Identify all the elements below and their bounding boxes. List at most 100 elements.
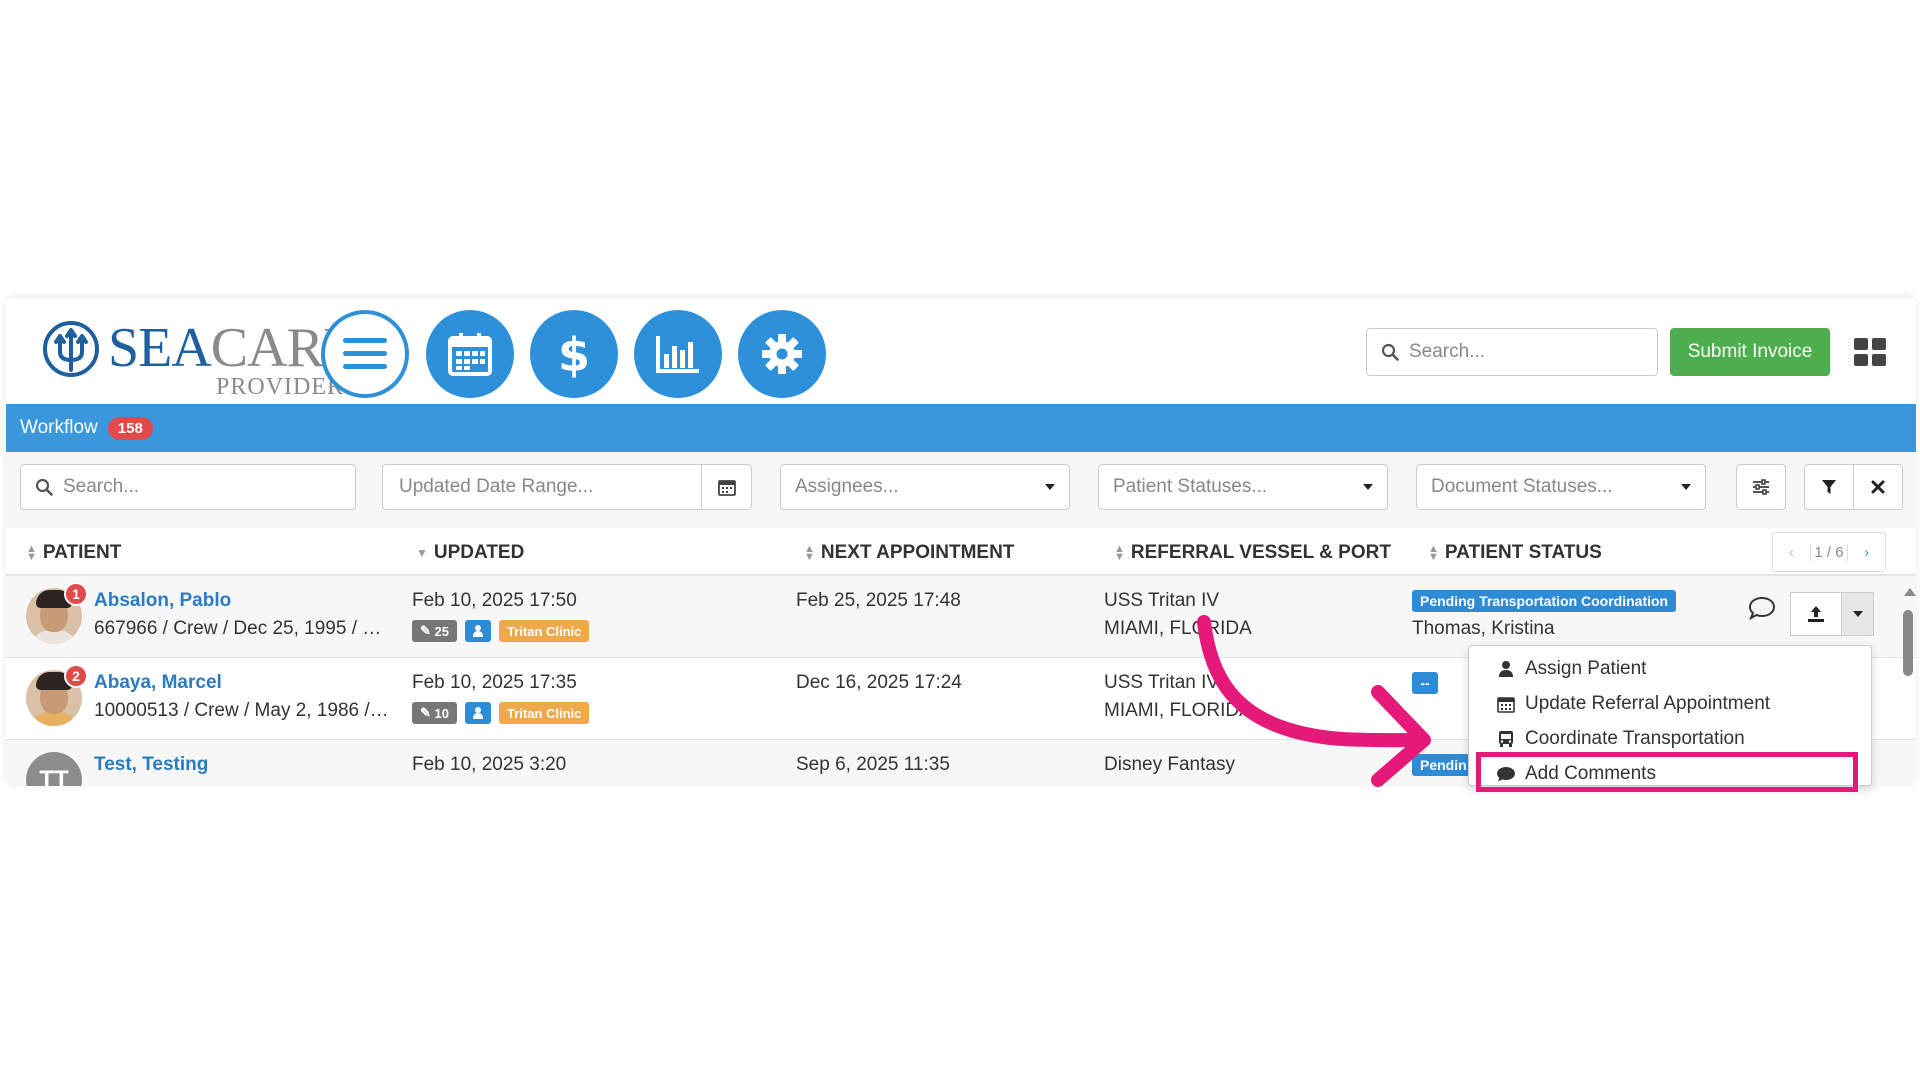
column-header-referral-vessel-port[interactable]: ▲ ▼ REFERRAL VESSEL & PORT <box>1114 542 1391 564</box>
column-header-updated[interactable]: ▼ UPDATED <box>416 542 524 564</box>
reports-nav-button[interactable] <box>634 310 722 398</box>
filter-icon <box>1822 480 1836 494</box>
document-statuses-select[interactable]: Document Statuses... <box>1416 464 1706 510</box>
billing-nav-button[interactable]: $ <box>530 310 618 398</box>
column-settings-button[interactable] <box>1736 464 1786 510</box>
dollar-icon: $ <box>558 329 590 379</box>
clinic-tag[interactable]: Tritan Clinic <box>498 620 590 642</box>
global-search[interactable] <box>1366 328 1658 376</box>
annotation-highlight-box <box>1476 752 1858 792</box>
bus-icon <box>1499 731 1513 747</box>
filter-bar: Search... Updated Date Range... Assignee… <box>6 452 1916 528</box>
assignees-placeholder: Assignees... <box>795 476 899 497</box>
table-header: ▲ ▼ PATIENT ▼ UPDATED ▲ ▼ NEXT APPOINTMENT ▲ ▼… <box>6 528 1916 576</box>
upload-button[interactable] <box>1790 592 1842 636</box>
chevron-down-icon <box>1363 484 1373 490</box>
upload-icon <box>1808 606 1824 622</box>
column-header-next-appointment[interactable]: ▲ ▼ NEXT APPOINTMENT <box>804 542 1014 564</box>
apply-filter-button[interactable] <box>1804 464 1854 510</box>
column-header-patient-status[interactable]: ▲ ▼ PATIENT STATUS <box>1428 542 1602 564</box>
patient-search-placeholder: Search... <box>63 476 140 497</box>
next-page-button[interactable]: › <box>1847 543 1885 561</box>
paperclip-icon: ✎ <box>420 705 435 720</box>
previous-page-button[interactable]: ‹ <box>1773 543 1811 561</box>
paperclip-icon: ✎ <box>420 623 435 638</box>
patient-name-link[interactable]: Abaya, Marcel <box>94 672 222 694</box>
menu-icon <box>343 338 387 369</box>
attachment-count-tag[interactable]: ✎ 10 <box>412 702 457 724</box>
annotation-arrow-icon <box>1197 615 1431 787</box>
submit-invoice-button[interactable]: Submit Invoice <box>1670 328 1830 376</box>
page-indicator: 1 / 6 <box>1814 543 1844 561</box>
menu-item-update-referral-appointment[interactable]: Update Referral Appointment <box>1495 693 1770 715</box>
referral-vessel: USS Tritan IV <box>1104 590 1220 611</box>
user-icon <box>1499 661 1513 677</box>
scroll-up-arrow[interactable] <box>1904 588 1916 596</box>
patient-statuses-placeholder: Patient Statuses... <box>1113 476 1268 497</box>
global-search-input[interactable] <box>1409 341 1649 363</box>
updated-date: Feb 10, 2025 3:20 <box>412 754 567 775</box>
assignees-select[interactable]: Assignees... <box>780 464 1070 510</box>
calendar-icon <box>717 480 736 496</box>
settings-nav-button[interactable] <box>738 310 826 398</box>
sort-icon: ▲ ▼ <box>26 543 37 563</box>
app-header: SEACARE PROVIDER $ Submit Invoice <box>6 298 1916 404</box>
chevron-down-icon <box>1045 484 1055 490</box>
sort-descending-icon: ▼ <box>416 546 428 560</box>
attachment-count-tag[interactable]: ✎ 25 <box>412 620 457 642</box>
patient-name-link[interactable]: Test, Testing <box>94 754 208 776</box>
workflow-bar: Workflow 158 <box>6 404 1916 452</box>
sort-icon: ▲ ▼ <box>804 543 815 563</box>
search-icon <box>1381 343 1399 361</box>
calendar-nav-button[interactable] <box>426 310 514 398</box>
search-icon <box>35 478 53 496</box>
comment-icon <box>1748 596 1776 621</box>
sliders-icon <box>1753 479 1769 495</box>
user-tag[interactable] <box>464 620 491 642</box>
patient-statuses-select[interactable]: Patient Statuses... <box>1098 464 1388 510</box>
patient-search-field[interactable]: Search... <box>20 464 356 510</box>
scrollbar-thumb[interactable] <box>1903 610 1913 676</box>
sort-icon: ▲ ▼ <box>1428 543 1439 563</box>
gear-icon <box>762 334 802 374</box>
row-actions-dropdown-toggle[interactable] <box>1842 592 1874 636</box>
updated-date: Feb 10, 2025 17:50 <box>412 590 577 611</box>
next-appointment: Sep 6, 2025 11:35 <box>796 754 950 775</box>
comment-button[interactable] <box>1748 596 1776 625</box>
patient-name-link[interactable]: Absalon, Pablo <box>94 590 231 612</box>
next-appointment: Dec 16, 2025 17:24 <box>796 672 962 693</box>
row-tags: ✎ 10 Tritan Clinic <box>412 702 590 724</box>
pagination: ‹ 1 / 6 › <box>1772 532 1886 572</box>
status-badge: Pending Transportation Coordination <box>1412 590 1677 612</box>
workflow-label[interactable]: Workflow <box>20 417 98 439</box>
column-header-patient[interactable]: ▲ ▼ PATIENT <box>26 542 121 564</box>
row-action-group <box>1790 592 1874 636</box>
chevron-down-icon <box>1852 611 1863 617</box>
menu-item-assign-patient[interactable]: Assign Patient <box>1495 658 1646 680</box>
document-statuses-placeholder: Document Statuses... <box>1431 476 1613 497</box>
logo-wordmark: SEACARE <box>108 317 357 379</box>
user-icon <box>472 707 483 719</box>
user-tag[interactable] <box>464 702 491 724</box>
patient-meta: 667966 / Crew / Dec 25, 1995 / … <box>94 618 382 639</box>
date-range-field[interactable]: Updated Date Range... <box>382 464 752 510</box>
logo-subtitle: PROVIDER <box>216 374 345 400</box>
notification-badge: 2 <box>64 664 88 688</box>
close-icon <box>1871 480 1885 494</box>
row-tags: ✎ 25 Tritan Clinic <box>412 620 590 642</box>
calendar-picker-button[interactable] <box>701 465 751 509</box>
svg-text:$: $ <box>558 329 590 379</box>
workflow-count-badge: 158 <box>107 416 153 440</box>
clear-filter-button[interactable] <box>1853 464 1903 510</box>
updated-date: Feb 10, 2025 17:35 <box>412 672 577 693</box>
patient-meta: 10000513 / Crew / May 2, 1986 /… <box>94 700 389 721</box>
trident-logo-icon <box>43 321 99 377</box>
menu-button[interactable] <box>321 310 409 398</box>
clinic-tag[interactable]: Tritan Clinic <box>498 702 590 724</box>
chevron-down-icon <box>1681 484 1691 490</box>
sort-icon: ▲ ▼ <box>1114 543 1125 563</box>
apps-grid-icon[interactable] <box>1854 338 1886 366</box>
notification-badge: 1 <box>64 582 88 606</box>
menu-item-coordinate-transportation[interactable]: Coordinate Transportation <box>1495 728 1745 750</box>
next-appointment: Feb 25, 2025 17:48 <box>796 590 961 611</box>
